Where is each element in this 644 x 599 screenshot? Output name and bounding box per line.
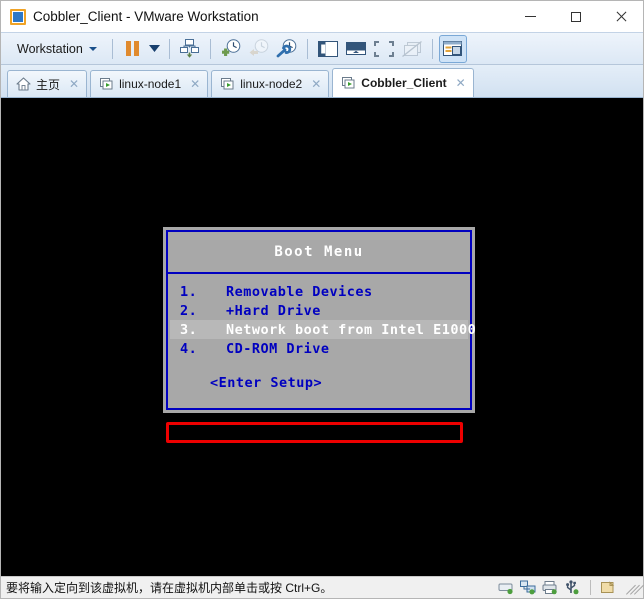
show-library-button[interactable]: [314, 35, 342, 63]
manage-vm-button[interactable]: [176, 35, 204, 63]
tab-linux-node2[interactable]: linux-node2 ✕: [211, 70, 330, 97]
tab-label: 主页: [36, 77, 61, 92]
tab-close-icon[interactable]: ✕: [190, 77, 200, 91]
take-snapshot-button[interactable]: [217, 35, 245, 63]
snapshot-manage-icon: [276, 39, 297, 58]
vmware-logo-icon: [10, 8, 26, 25]
tab-label: linux-node1: [119, 77, 182, 91]
boot-menu-title: Boot Menu: [168, 232, 470, 274]
window-title: Cobbler_Client - VMware Workstation: [33, 9, 259, 24]
boot-item-number: 3.: [180, 321, 198, 338]
snapshot-revert-icon: [249, 39, 269, 56]
tab-home[interactable]: 主页 ✕: [7, 70, 88, 97]
usb-status-icon[interactable]: [564, 580, 581, 595]
pause-vm-button[interactable]: [119, 35, 147, 63]
status-device-icons: [498, 580, 644, 595]
close-button[interactable]: [598, 1, 643, 32]
boot-item-label: +Hard Drive: [226, 302, 321, 319]
minimize-button[interactable]: [508, 1, 553, 32]
status-separator: [590, 580, 591, 595]
home-icon: [16, 77, 31, 91]
manage-snapshots-button[interactable]: [273, 35, 301, 63]
show-thumbnails-button[interactable]: [438, 34, 467, 63]
tab-label: linux-node2: [240, 77, 303, 91]
enter-setup-label[interactable]: <Enter Setup>: [168, 375, 470, 391]
resize-grip[interactable]: [625, 581, 644, 595]
vm-console-screen[interactable]: Boot Menu 1. Removable Devices 2. +Hard …: [1, 98, 643, 576]
revert-snapshot-button[interactable]: [245, 35, 273, 63]
toolbar-separator: [111, 38, 113, 59]
vm-settings-icon: [180, 39, 200, 58]
chevron-down-icon: [88, 46, 97, 51]
maximize-icon: [570, 11, 581, 22]
main-toolbar: Workstation: [1, 32, 643, 65]
boot-item-number: 4.: [180, 340, 198, 357]
close-icon: [615, 11, 627, 23]
boot-menu-list: 1. Removable Devices 2. +Hard Drive 3. N…: [168, 274, 476, 408]
toolbar-separator: [306, 38, 308, 59]
tab-close-icon[interactable]: ✕: [456, 76, 466, 90]
boot-item-label: Network boot from Intel E1000: [226, 321, 477, 338]
vm-tab-icon: [100, 78, 113, 90]
unity-mode-disabled-icon: [401, 40, 422, 57]
maximize-button[interactable]: [553, 1, 598, 32]
tab-label: Cobbler_Client: [361, 76, 447, 90]
boot-item-number: 2.: [180, 302, 198, 319]
console-view-icon: [345, 41, 366, 55]
console-view-button[interactable]: [342, 35, 370, 63]
toolbar-separator: [168, 38, 170, 59]
bios-boot-menu: Boot Menu 1. Removable Devices 2. +Hard …: [163, 227, 476, 413]
boot-item-label: Removable Devices: [226, 283, 373, 300]
status-message: 要将输入定向到该虚拟机，请在虚拟机内部单击或按 Ctrl+G。: [6, 581, 333, 595]
tab-cobbler-client[interactable]: Cobbler_Client ✕: [332, 68, 474, 97]
power-dropdown-button[interactable]: [147, 36, 163, 62]
red-annotation-rectangle: [166, 422, 463, 443]
fullscreen-icon: [373, 40, 394, 57]
toolbar-separator: [209, 38, 211, 59]
vm-tab-icon: [221, 78, 234, 90]
network-adapter-status-icon[interactable]: [520, 580, 537, 595]
boot-menu-item[interactable]: 4. CD-ROM Drive: [168, 339, 470, 358]
status-bar: 要将输入定向到该虚拟机，请在虚拟机内部单击或按 Ctrl+G。: [1, 576, 644, 598]
thumbnail-bar-icon: [443, 41, 463, 56]
hard-disk-status-icon[interactable]: [498, 580, 515, 595]
tab-close-icon[interactable]: ✕: [69, 77, 79, 91]
boot-menu-item-selected[interactable]: 3. Network boot from Intel E1000: [170, 320, 476, 339]
workstation-menu-button[interactable]: Workstation: [7, 37, 106, 61]
removable-device-status-icon[interactable]: [600, 580, 617, 595]
vmware-workstation-window: Cobbler_Client - VMware Workstation Work…: [0, 0, 644, 599]
tab-linux-node1[interactable]: linux-node1 ✕: [90, 70, 209, 97]
boot-menu-item[interactable]: 1. Removable Devices: [168, 282, 470, 301]
fullscreen-button[interactable]: [370, 35, 398, 63]
library-panel-icon: [317, 40, 338, 57]
vm-tab-strip: 主页 ✕ linux-node1 ✕ linux-node2 ✕ Cobbler…: [1, 65, 643, 98]
tab-close-icon[interactable]: ✕: [311, 77, 321, 91]
snapshot-add-icon: [221, 39, 241, 56]
chevron-down-icon: [149, 45, 161, 52]
vm-tab-icon: [342, 77, 355, 89]
boot-menu-item[interactable]: 2. +Hard Drive: [168, 301, 470, 320]
unity-mode-button[interactable]: [398, 35, 426, 63]
printer-status-icon[interactable]: [542, 580, 559, 595]
toolbar-separator: [431, 38, 433, 59]
minimize-icon: [525, 16, 536, 17]
bios-boot-menu-frame: Boot Menu 1. Removable Devices 2. +Hard …: [166, 230, 476, 410]
boot-item-label: CD-ROM Drive: [226, 340, 330, 357]
workstation-menu-label: Workstation: [17, 41, 83, 56]
pause-icon: [126, 41, 140, 56]
title-bar: Cobbler_Client - VMware Workstation: [1, 1, 643, 32]
boot-item-number: 1.: [180, 283, 198, 300]
window-controls: [508, 1, 643, 32]
